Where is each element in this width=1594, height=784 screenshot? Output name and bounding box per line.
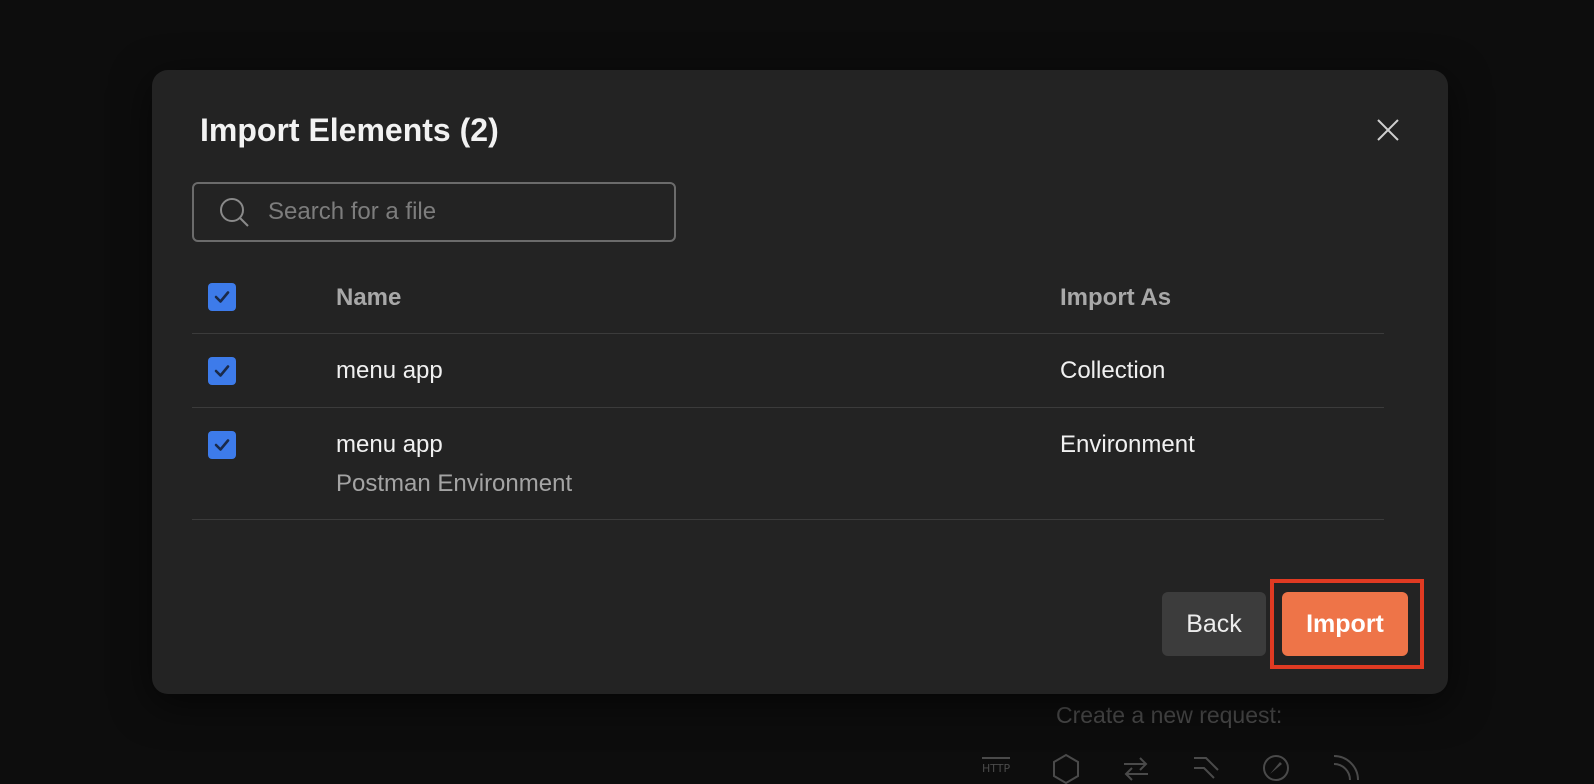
column-header-name: Name [336, 284, 402, 311]
dialog-title: Import Elements (2) [200, 112, 499, 148]
close-button[interactable] [1374, 116, 1402, 144]
column-header-import-as: Import As [1060, 284, 1172, 311]
row-subtitle: Postman Environment [336, 470, 573, 497]
graphql-icon [1053, 753, 1079, 784]
import-button[interactable]: Import [1282, 592, 1408, 656]
search-icon [220, 198, 249, 227]
socketio-icon [1194, 757, 1219, 779]
http-icon: HTTP [982, 757, 1011, 775]
row-checkbox[interactable] [208, 431, 236, 459]
table-row: menu app Collection [192, 334, 1384, 408]
create-request-hint: Create a new request: [1056, 702, 1283, 728]
request-type-icons: HTTP [980, 752, 1362, 784]
row-name: menu app [336, 431, 443, 458]
back-button[interactable]: Back [1162, 592, 1266, 656]
mqtt-icon [1333, 755, 1359, 781]
checkmark-icon [214, 291, 230, 303]
search-field [192, 182, 676, 242]
grpc-icon [1263, 755, 1289, 781]
close-icon [1377, 119, 1399, 141]
checkmark-icon [214, 365, 230, 377]
websocket-icon [1124, 757, 1148, 781]
import-elements-table: Name Import As menu app Collection menu … [192, 260, 1384, 520]
select-all-checkbox[interactable] [208, 283, 236, 311]
table-row: menu app Postman Environment Environment [192, 408, 1384, 520]
search-input[interactable] [266, 197, 650, 227]
svg-text:HTTP: HTTP [982, 762, 1011, 775]
import-elements-dialog: Import Elements (2) Name Import As menu … [152, 70, 1448, 694]
table-header: Name Import As [192, 260, 1384, 334]
checkmark-icon [214, 439, 230, 451]
row-import-as: Environment [1060, 431, 1195, 458]
row-name: menu app [336, 357, 443, 384]
row-import-as: Collection [1060, 357, 1166, 384]
row-checkbox[interactable] [208, 357, 236, 385]
